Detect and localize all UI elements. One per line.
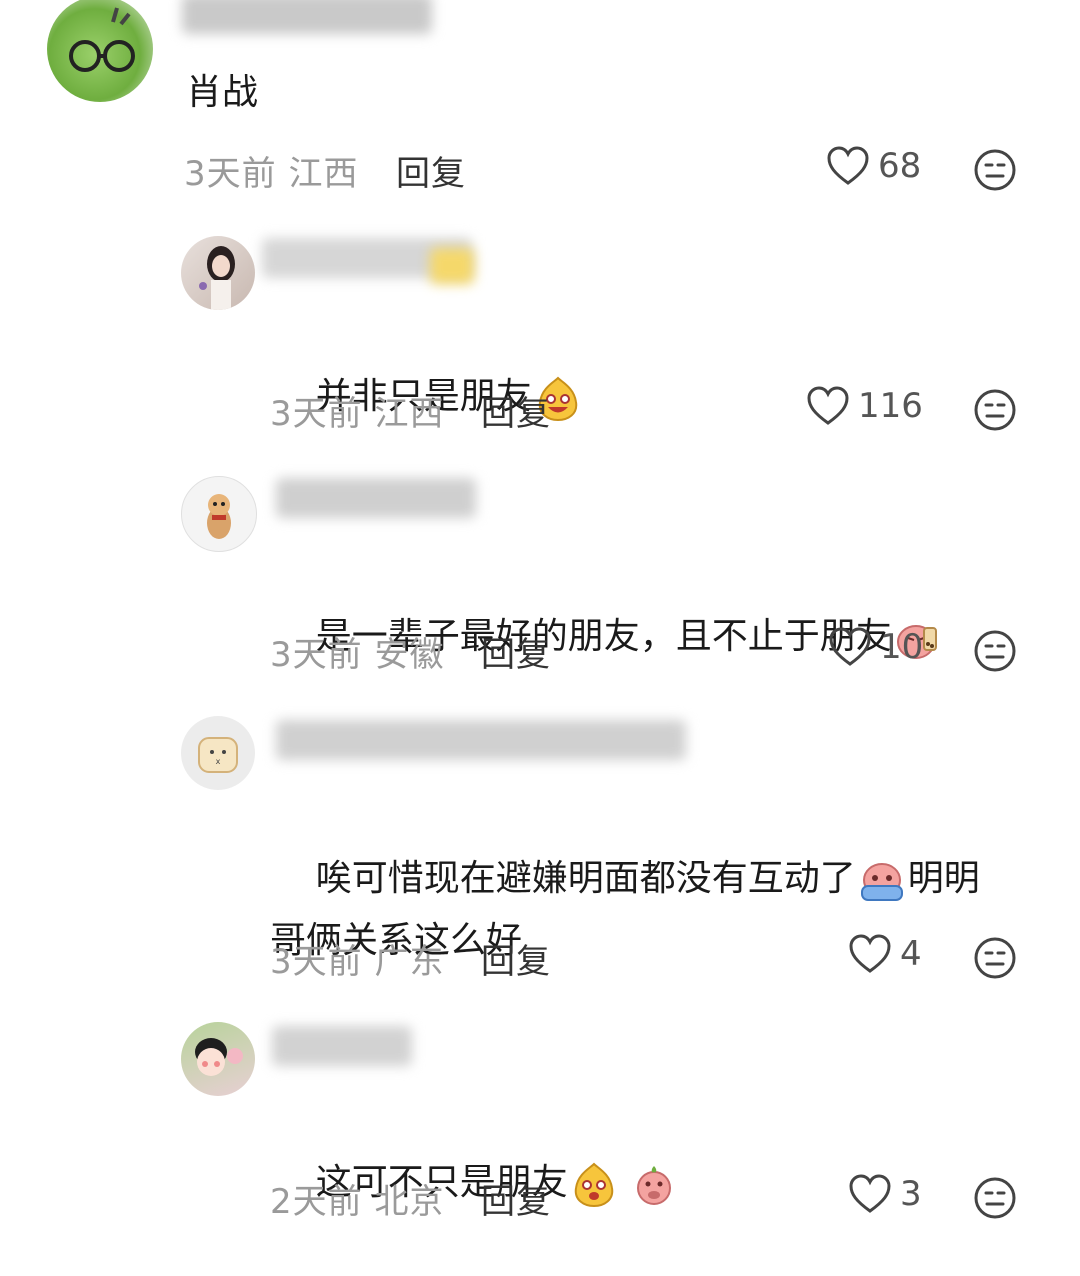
avatar[interactable]: x — [181, 716, 255, 790]
neutral-face-icon[interactable] — [973, 936, 1017, 980]
heart-outline-icon — [827, 146, 869, 185]
neutral-face-icon[interactable] — [973, 388, 1017, 432]
neutral-face-icon[interactable] — [973, 148, 1017, 192]
surprised-face-emoji-icon — [574, 1162, 614, 1208]
comment-time-location: 3天前 安徽 — [270, 635, 445, 675]
like-button[interactable]: 4 — [848, 934, 922, 974]
heart-outline-icon — [849, 934, 891, 973]
avatar[interactable] — [47, 0, 153, 102]
reply-button[interactable]: 回复 — [481, 1174, 551, 1223]
peach-face-emoji-icon — [636, 1166, 671, 1205]
comment-text-content: 唉可惜现在避嫌明面都没有互动了 — [315, 858, 856, 899]
like-button[interactable]: 3 — [848, 1174, 922, 1214]
reply-button[interactable]: 回复 — [396, 146, 466, 195]
comment-time-location: 3天前 广东 — [270, 942, 445, 982]
username-blurred[interactable] — [272, 1026, 412, 1066]
avatar[interactable] — [181, 236, 255, 310]
heart-outline-icon — [849, 1174, 891, 1213]
username-blurred-badge — [430, 248, 474, 284]
comment-time-location: 2天前 北京 — [270, 1182, 445, 1222]
comment-time-location: 3天前 江西 — [270, 394, 445, 434]
like-count: 68 — [878, 146, 922, 186]
heart-outline-icon — [829, 627, 871, 666]
comment-text: 肖战 — [186, 72, 259, 113]
like-count: 116 — [858, 386, 923, 426]
comment-time-location: 3天前 江西 — [184, 154, 359, 194]
like-button[interactable]: 116 — [806, 386, 923, 426]
neutral-face-icon[interactable] — [973, 629, 1017, 673]
like-button[interactable]: 68 — [826, 146, 921, 186]
reply-button[interactable]: 回复 — [481, 627, 551, 676]
username-blurred[interactable] — [182, 0, 432, 34]
reply-button[interactable]: 回复 — [481, 386, 551, 435]
neutral-face-icon[interactable] — [973, 1176, 1017, 1220]
username-blurred[interactable] — [276, 478, 476, 518]
svg-text:x: x — [216, 757, 221, 766]
crying-face-emoji-icon — [860, 863, 903, 901]
comment-text: 唉可惜现在避嫌明面都没有互动了 明明 哥俩关系这么好 — [270, 786, 1050, 1034]
avatar[interactable] — [181, 476, 257, 552]
like-count: 10 — [880, 627, 924, 667]
comment-text-content-tail: 明明 — [907, 858, 980, 899]
heart-outline-icon — [807, 386, 849, 425]
avatar[interactable] — [181, 1022, 255, 1096]
like-button[interactable]: 10 — [828, 627, 923, 667]
like-count: 3 — [900, 1174, 922, 1214]
reply-button[interactable]: 回复 — [481, 934, 551, 983]
username-blurred[interactable] — [276, 720, 686, 760]
like-count: 4 — [900, 934, 922, 974]
